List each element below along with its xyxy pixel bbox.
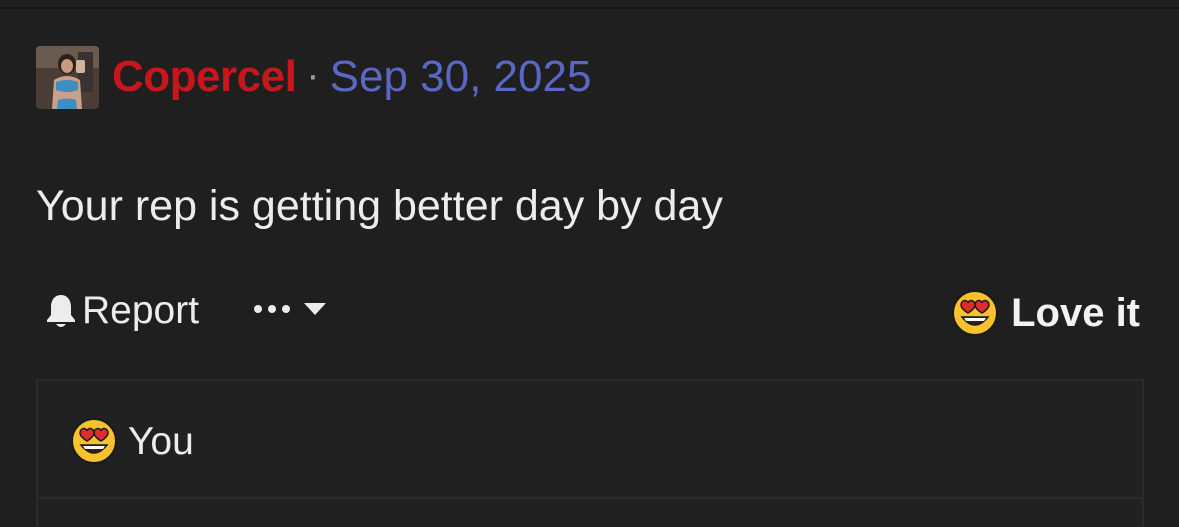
post-actions-bar: Report Love it (36, 289, 1142, 339)
reactions-list-panel: You (36, 379, 1144, 527)
love-it-reaction-button[interactable]: Love it (951, 289, 1140, 337)
header-separator: · (306, 53, 320, 97)
post-date[interactable]: Sep 30, 2025 (330, 55, 592, 99)
post-header: Copercel · Sep 30, 2025 (36, 45, 591, 109)
avatar-image (36, 45, 99, 109)
reactions-divider (38, 497, 1142, 499)
report-label: Report (82, 289, 200, 332)
post-page: Copercel · Sep 30, 2025 Your rep is gett… (0, 0, 1179, 527)
more-options-menu[interactable] (252, 301, 328, 317)
reactor-name: You (128, 419, 194, 463)
heart-eyes-emoji-icon (71, 418, 117, 464)
author-username[interactable]: Copercel (112, 55, 297, 99)
love-it-label: Love it (1011, 291, 1140, 335)
avatar[interactable] (36, 45, 99, 109)
bell-icon (47, 294, 75, 327)
heart-eyes-emoji-icon (952, 290, 999, 336)
top-divider (0, 7, 1179, 9)
ellipsis-icon (254, 305, 290, 313)
chevron-down-icon (304, 303, 326, 315)
report-button[interactable]: Report (44, 291, 199, 330)
reaction-list-item[interactable]: You (70, 417, 194, 465)
post-message: Your rep is getting better day by day (36, 182, 723, 230)
